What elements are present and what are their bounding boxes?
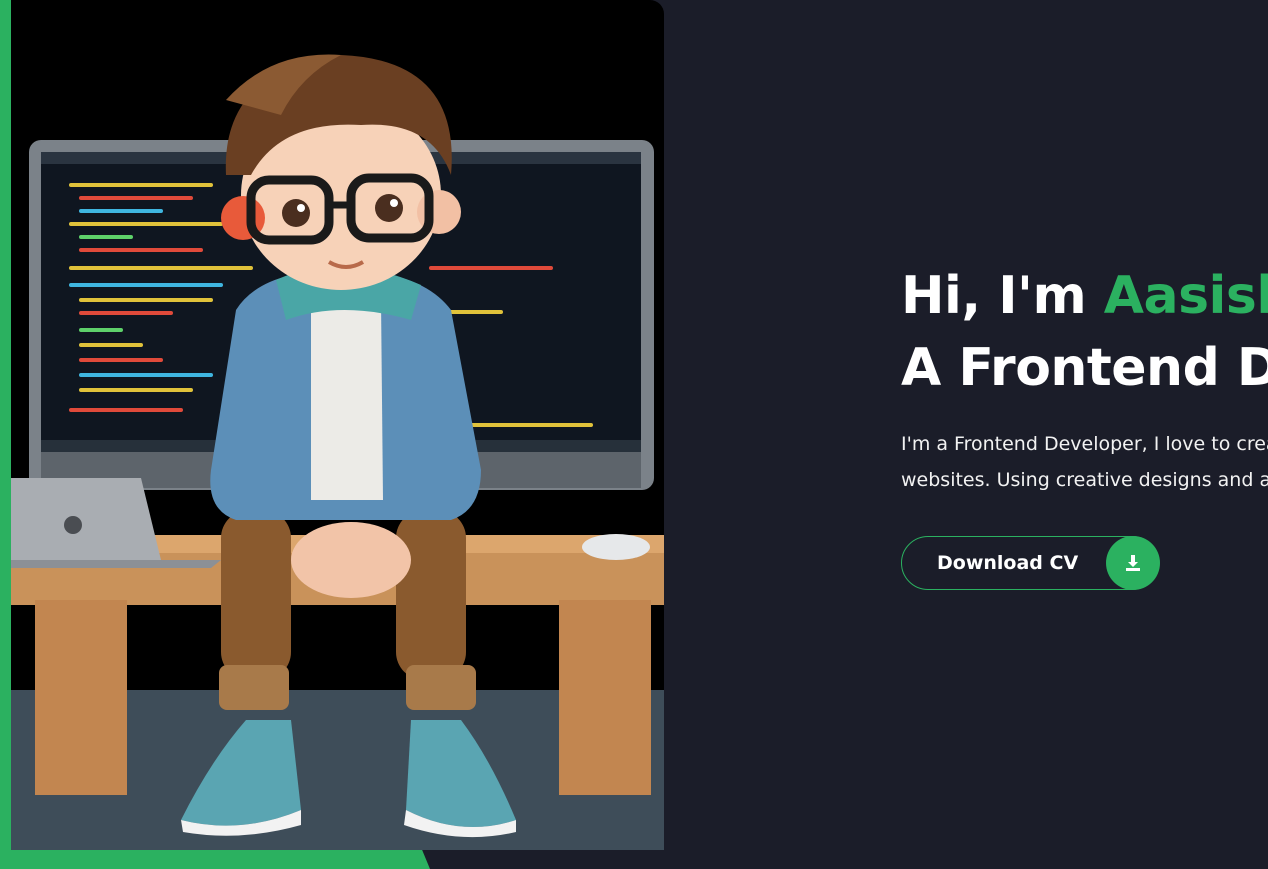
portfolio-hero: Hi, I'm Aasish A Frontend De I'm a Front… <box>0 0 1268 869</box>
developer-name: Aasish <box>1103 266 1268 326</box>
download-cv-button[interactable]: Download CV <box>901 535 1160 590</box>
download-cv-label: Download CV <box>937 552 1079 574</box>
intro-description: I'm a Frontend Developer, I love to crea… <box>901 426 1268 498</box>
download-icon <box>1105 535 1160 590</box>
hero-illustration <box>11 0 664 850</box>
role-heading: A Frontend De <box>901 338 1268 398</box>
greeting-prefix: Hi, I'm <box>901 266 1104 326</box>
intro-section: Hi, I'm Aasish A Frontend De I'm a Front… <box>901 262 1268 498</box>
greeting-heading: Hi, I'm Aasish <box>901 262 1268 330</box>
description-line-1: I'm a Frontend Developer, I love to crea <box>901 433 1268 455</box>
description-line-2: websites. Using creative designs and a <box>901 469 1268 491</box>
